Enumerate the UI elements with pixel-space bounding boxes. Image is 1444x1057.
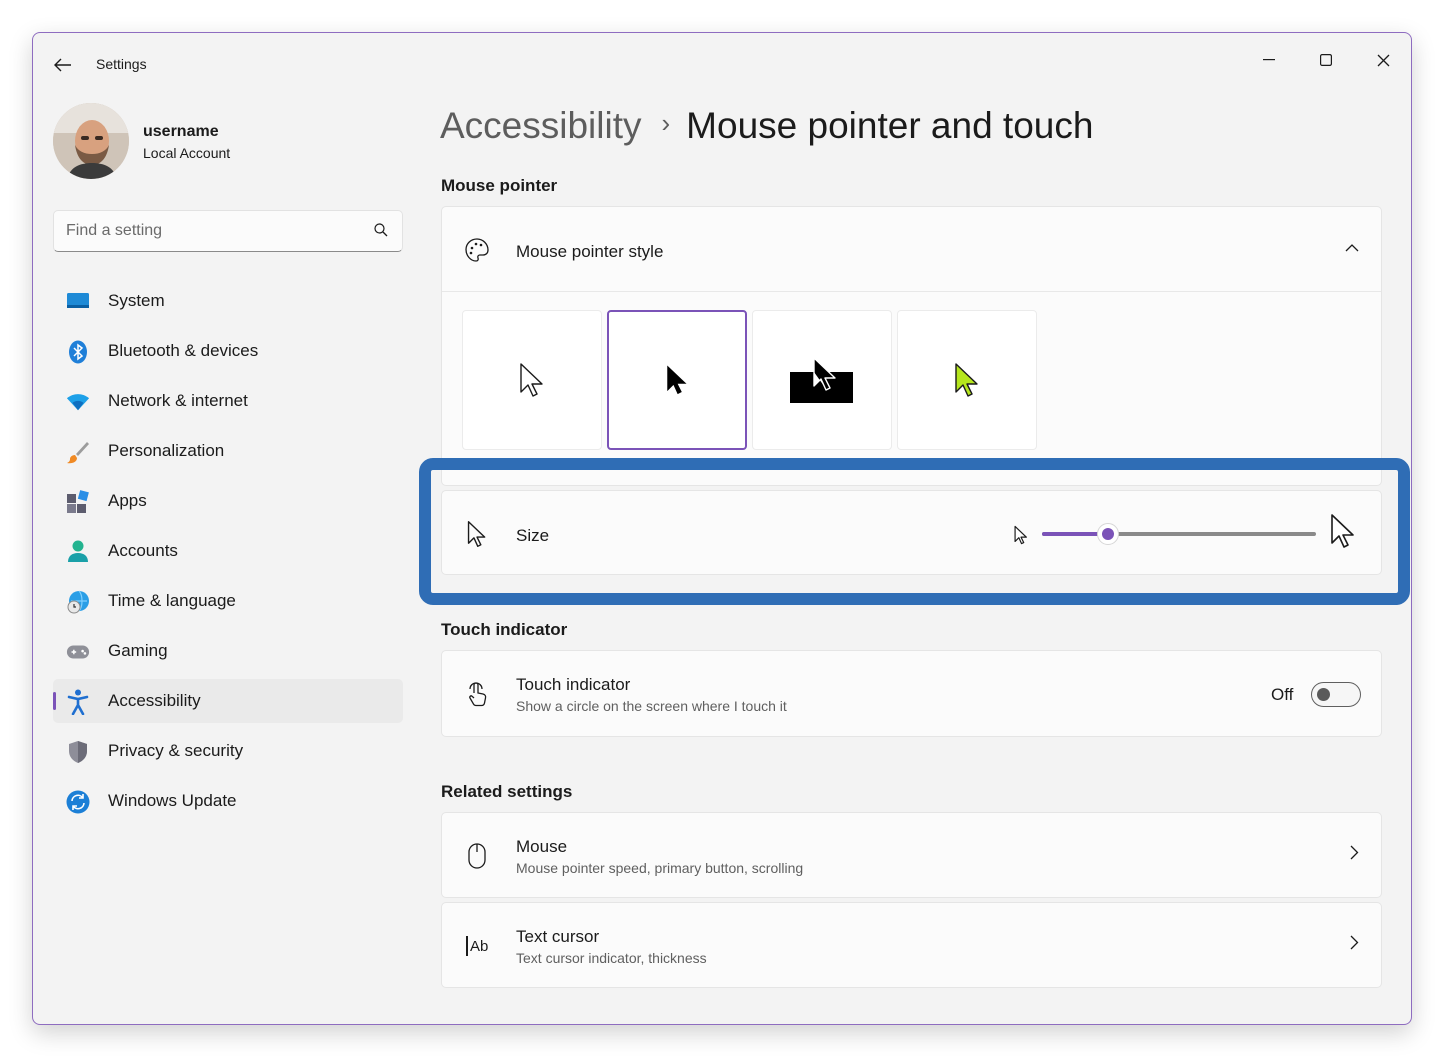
sidebar-item-label: Time & language <box>108 591 236 610</box>
mouse-pointer-style-title: Mouse pointer style <box>516 242 664 261</box>
minimize-button[interactable] <box>1246 41 1292 79</box>
pointer-style-custom[interactable] <box>897 310 1037 450</box>
sidebar-item-network[interactable]: Network & internet <box>53 379 403 423</box>
sidebar-item-time-language[interactable]: Time & language <box>53 579 403 623</box>
sidebar-item-label: Gaming <box>108 641 168 660</box>
breadcrumb-separator: › <box>661 108 671 138</box>
pointer-style-inverted[interactable] <box>752 310 892 450</box>
person-icon <box>66 540 90 564</box>
large-pointer-icon <box>1331 514 1354 548</box>
pointer-size-slider[interactable] <box>1042 523 1316 545</box>
paintbrush-icon <box>66 440 90 464</box>
section-label-related: Related settings <box>441 782 573 801</box>
sidebar-item-label: Personalization <box>108 441 225 460</box>
sidebar-item-accessibility[interactable]: Accessibility <box>53 679 403 723</box>
related-item-description: Mouse pointer speed, primary button, scr… <box>516 860 804 876</box>
slider-thumb[interactable] <box>1096 523 1119 545</box>
accessibility-icon <box>66 689 90 715</box>
sidebar-item-bluetooth[interactable]: Bluetooth & devices <box>53 329 403 373</box>
sidebar-item-system[interactable]: System <box>53 279 403 323</box>
sidebar-item-windows-update[interactable]: Windows Update <box>53 779 403 823</box>
sidebar-item-label: Windows Update <box>108 791 237 810</box>
sidebar-item-label: Accounts <box>108 541 178 560</box>
pointer-outline-icon <box>464 521 490 548</box>
section-label-touch: Touch indicator <box>441 620 568 639</box>
search-input[interactable] <box>66 211 356 251</box>
app-title: Settings <box>96 56 147 72</box>
shield-icon <box>66 740 90 764</box>
pointer-style-white[interactable] <box>462 310 602 450</box>
close-icon <box>1377 54 1389 66</box>
wifi-icon <box>66 390 90 414</box>
sidebar-item-accounts[interactable]: Accounts <box>53 529 403 573</box>
settings-window: Settings username Local Account Find a s… <box>32 32 1412 1025</box>
breadcrumb-parent[interactable]: Accessibility <box>440 105 642 146</box>
small-pointer-icon <box>1014 525 1027 545</box>
inverted-pointer-icon <box>790 357 853 403</box>
globe-clock-icon <box>66 590 90 614</box>
black-pointer-icon <box>667 365 687 395</box>
svg-text:Ab: Ab <box>470 938 488 955</box>
white-pointer-icon <box>520 363 543 397</box>
chevron-up-icon[interactable] <box>1345 243 1359 252</box>
sidebar-item-apps[interactable]: Apps <box>53 479 403 523</box>
touch-indicator-description: Show a circle on the screen where I touc… <box>516 698 787 714</box>
touch-indicator-card: Touch indicator Show a circle on the scr… <box>441 650 1382 737</box>
avatar[interactable] <box>53 103 129 179</box>
toggle-state-label: Off <box>1271 685 1294 704</box>
title-bar: Settings <box>33 33 1411 93</box>
sidebar-item-label: Bluetooth & devices <box>108 341 259 360</box>
apps-icon <box>66 490 90 514</box>
sidebar-item-label: Apps <box>108 491 147 510</box>
touch-indicator-title: Touch indicator <box>516 675 631 694</box>
search-icon[interactable] <box>374 223 388 237</box>
related-item-text-cursor[interactable]: Ab Text cursor Text cursor indicator, th… <box>441 902 1382 988</box>
close-button[interactable] <box>1360 41 1406 79</box>
divider <box>442 291 1381 292</box>
chevron-right-icon <box>1350 845 1359 860</box>
section-label-mouse-pointer: Mouse pointer <box>441 176 558 195</box>
sidebar-item-personalization[interactable]: Personalization <box>53 429 403 473</box>
related-item-title: Mouse <box>516 837 568 856</box>
mouse-pointer-style-card: Mouse pointer style <box>441 206 1382 486</box>
pointer-size-title: Size <box>516 526 550 545</box>
mouse-icon <box>464 843 490 869</box>
sidebar-item-gaming[interactable]: Gaming <box>53 629 403 673</box>
touch-indicator-toggle[interactable] <box>1311 682 1361 707</box>
touch-icon <box>464 681 490 707</box>
sidebar-item-label: Network & internet <box>108 391 248 410</box>
related-item-description: Text cursor indicator, thickness <box>516 950 707 966</box>
sidebar-nav: System Bluetooth & devices Network & int… <box>53 279 403 829</box>
back-arrow-icon <box>54 58 71 72</box>
pointer-style-black[interactable] <box>607 310 747 450</box>
mouse-pointer-style-header[interactable]: Mouse pointer style <box>442 207 1381 291</box>
palette-icon <box>464 237 490 263</box>
chevron-right-icon <box>1350 935 1359 950</box>
monitor-icon <box>66 290 90 314</box>
text-cursor-icon: Ab <box>464 933 494 959</box>
minimize-icon <box>1263 59 1275 61</box>
pointer-size-card: Size <box>441 490 1382 575</box>
account-type: Local Account <box>143 145 231 161</box>
maximize-button[interactable] <box>1303 41 1349 79</box>
related-item-title: Text cursor <box>516 927 600 946</box>
related-item-mouse[interactable]: Mouse Mouse pointer speed, primary butto… <box>441 812 1382 898</box>
maximize-icon <box>1320 54 1332 66</box>
bluetooth-icon <box>66 340 90 364</box>
back-button[interactable] <box>49 51 77 79</box>
update-icon <box>66 790 90 814</box>
user-name: username <box>143 123 219 140</box>
breadcrumb: Accessibility › Mouse pointer and touch <box>440 105 1093 147</box>
lime-pointer-icon <box>955 363 978 397</box>
sidebar-item-label: System <box>108 291 165 310</box>
sidebar-item-privacy[interactable]: Privacy & security <box>53 729 403 773</box>
sidebar-item-label: Accessibility <box>108 691 201 710</box>
gamepad-icon <box>66 640 90 664</box>
page-title: Mouse pointer and touch <box>686 105 1094 146</box>
user-photo-icon <box>53 103 129 179</box>
sidebar-item-label: Privacy & security <box>108 741 244 760</box>
search-box[interactable] <box>53 210 403 252</box>
